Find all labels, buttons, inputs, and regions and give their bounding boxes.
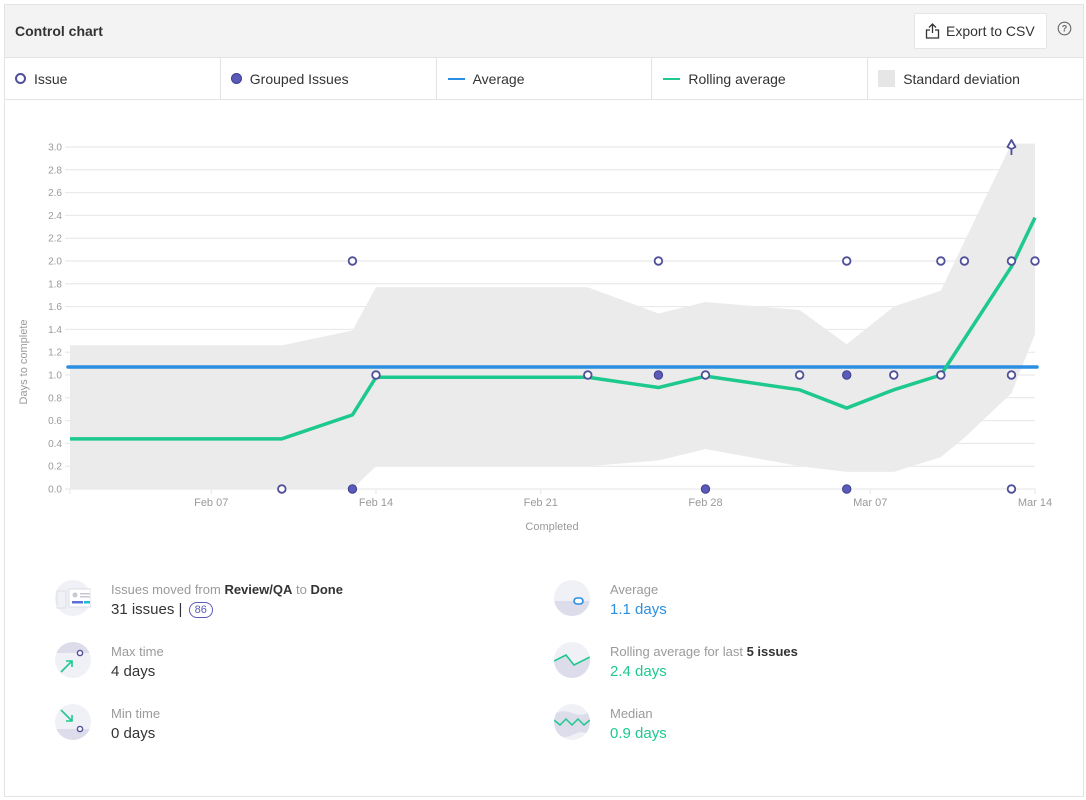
y-tick-label: 0.0 <box>48 485 62 496</box>
y-tick-label: 1.2 <box>48 348 62 359</box>
y-tick-label: 2.2 <box>48 234 62 245</box>
grouped-issue-point[interactable] <box>842 370 852 380</box>
y-tick-label: 0.2 <box>48 462 62 473</box>
y-tick-label: 1.6 <box>48 302 62 313</box>
y-tick-label: 2.4 <box>48 211 62 222</box>
issue-point[interactable] <box>936 256 946 266</box>
median-value: 0.9 days <box>610 725 667 742</box>
y-tick-label: 2.8 <box>48 165 62 176</box>
x-tick-label: Feb 07 <box>194 497 228 509</box>
y-tick-label: 0.8 <box>48 393 62 404</box>
y-tick-label: 1.0 <box>48 371 62 382</box>
issue-point[interactable] <box>277 484 287 494</box>
x-tick-label: Feb 28 <box>688 497 722 509</box>
x-tick-label: Feb 14 <box>359 497 393 509</box>
issue-point[interactable] <box>347 256 358 266</box>
grouped-issue-point[interactable] <box>347 484 358 494</box>
issue-point[interactable] <box>583 370 593 380</box>
y-tick-label: 2.6 <box>48 188 62 199</box>
median-label: Median <box>610 706 653 721</box>
control-chart[interactable]: 0.0 0.2 0.4 0.6 0.8 1.0 1.2 1.4 1.6 1.8 2.0 2.2 2.4 2… <box>0 0 1086 545</box>
median-icon <box>554 704 590 740</box>
y-tick-label: 2.0 <box>48 257 62 268</box>
issue-point[interactable] <box>1006 256 1017 266</box>
min-time-icon <box>55 704 91 740</box>
min-time-value: 0 days <box>111 725 156 742</box>
issue-card-icon <box>55 580 91 616</box>
average-icon <box>554 580 590 616</box>
y-axis-label: Days to complete <box>18 320 30 405</box>
x-axis-ticks: Feb 07 Feb 14 Feb 21 Feb 28 Mar 07 Mar 14 <box>69 489 1052 509</box>
average-value: 1.1 days <box>610 601 667 618</box>
x-axis-label: Completed <box>525 521 578 533</box>
rolling-average-label: Rolling average for last 5 issues <box>610 644 798 659</box>
issue-point[interactable] <box>794 370 805 380</box>
issues-moved-label: Issues moved from Review/QA to Done <box>111 582 343 597</box>
max-time-icon <box>55 642 91 678</box>
issue-point[interactable] <box>1006 370 1017 380</box>
issues-moved-value: 31 issues | 86 <box>111 601 213 618</box>
issue-point[interactable] <box>959 256 970 266</box>
issue-point[interactable] <box>842 256 852 266</box>
y-tick-label: 0.4 <box>48 439 62 450</box>
y-tick-label: 3.0 <box>48 143 62 154</box>
x-tick-label: Mar 07 <box>853 497 887 509</box>
grouped-issue-point[interactable] <box>842 484 852 494</box>
rolling-average-value: 2.4 days <box>610 663 667 680</box>
min-time-label: Min time <box>111 706 161 721</box>
issue-point[interactable] <box>1030 256 1040 266</box>
max-time-label: Max time <box>111 644 164 659</box>
issue-point[interactable] <box>1006 484 1017 494</box>
y-axis-ticks: 0.0 0.2 0.4 0.6 0.8 1.0 1.2 1.4 1.6 1.8 2.0 2.2 2.4 2… <box>48 143 62 496</box>
x-tick-label: Feb 21 <box>524 497 558 509</box>
issues-count-badge[interactable]: 86 <box>188 602 213 618</box>
x-tick-label: Mar 14 <box>1018 497 1052 509</box>
issue-point[interactable] <box>371 370 381 380</box>
issue-point[interactable] <box>653 256 664 266</box>
max-time-value: 4 days <box>111 663 156 680</box>
y-tick-label: 1.8 <box>48 279 62 290</box>
y-tick-label: 1.4 <box>48 325 62 336</box>
issue-point[interactable] <box>936 370 946 380</box>
y-tick-label: 0.6 <box>48 416 62 427</box>
rolling-average-icon <box>554 642 590 678</box>
grouped-issue-point[interactable] <box>653 370 664 380</box>
grouped-issue-point[interactable] <box>700 484 711 494</box>
issue-point[interactable] <box>889 370 899 380</box>
average-label: Average <box>610 582 659 597</box>
issue-point[interactable] <box>700 370 711 380</box>
